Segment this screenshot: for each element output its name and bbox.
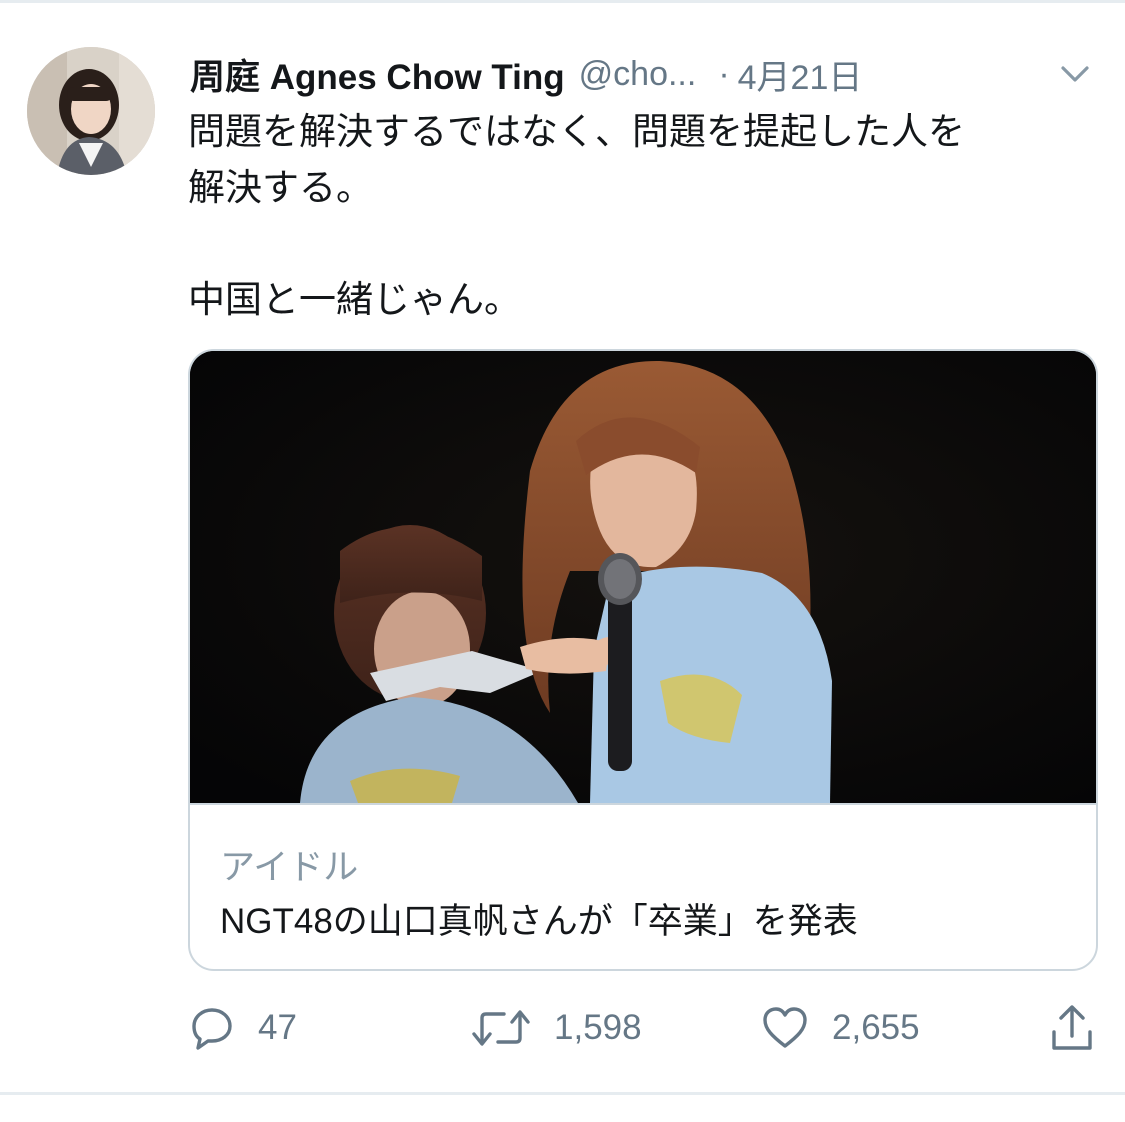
header-separator: · (718, 54, 730, 93)
like-button[interactable]: 2,655 (760, 1000, 920, 1056)
card-title[interactable]: NGT48の山口真帆さんが「卒業」を発表 (220, 893, 858, 944)
tweet-actions: 47 1,598 2,655 (0, 1000, 1125, 1056)
author-handle[interactable]: @cho... (579, 55, 697, 94)
author-name[interactable]: 周庭 Agnes Chow Ting (190, 49, 565, 100)
reply-count: 47 (258, 1008, 297, 1047)
card-category: アイドル (220, 848, 359, 887)
retweet-count: 1,598 (554, 1008, 642, 1047)
reply-button[interactable]: 47 (188, 1000, 297, 1056)
chevron-down-icon[interactable] (1058, 60, 1092, 88)
card-image (190, 351, 1096, 803)
bottom-divider (0, 1092, 1125, 1095)
like-count: 2,655 (832, 1008, 920, 1047)
card-divider (190, 803, 1096, 805)
top-divider (0, 0, 1125, 3)
share-icon (1048, 1002, 1096, 1054)
retweet-icon (470, 1004, 532, 1052)
share-button[interactable] (1048, 1000, 1096, 1056)
tweet-text-line: 解決する。 (188, 167, 373, 208)
tweet-text-line: 中国と一緒じゃん。 (188, 279, 521, 320)
link-preview-card[interactable]: アイドル NGT48の山口真帆さんが「卒業」を発表 (188, 349, 1098, 971)
author-avatar[interactable] (27, 47, 155, 175)
tweet-date[interactable]: 4月21日 (738, 50, 863, 99)
tweet-text-line: 問題を解決するではなく、問題を提起した人を (188, 111, 965, 152)
retweet-button[interactable]: 1,598 (470, 1000, 642, 1056)
reply-icon (188, 1004, 236, 1052)
heart-icon (760, 1004, 810, 1052)
tweet-body: 問題を解決するではなく、問題を提起した人を 解決する。 中国と一緒じゃん。 (188, 104, 1088, 328)
tweet-header: 周庭 Agnes Chow Ting @cho... · 4月21日 (190, 50, 862, 98)
